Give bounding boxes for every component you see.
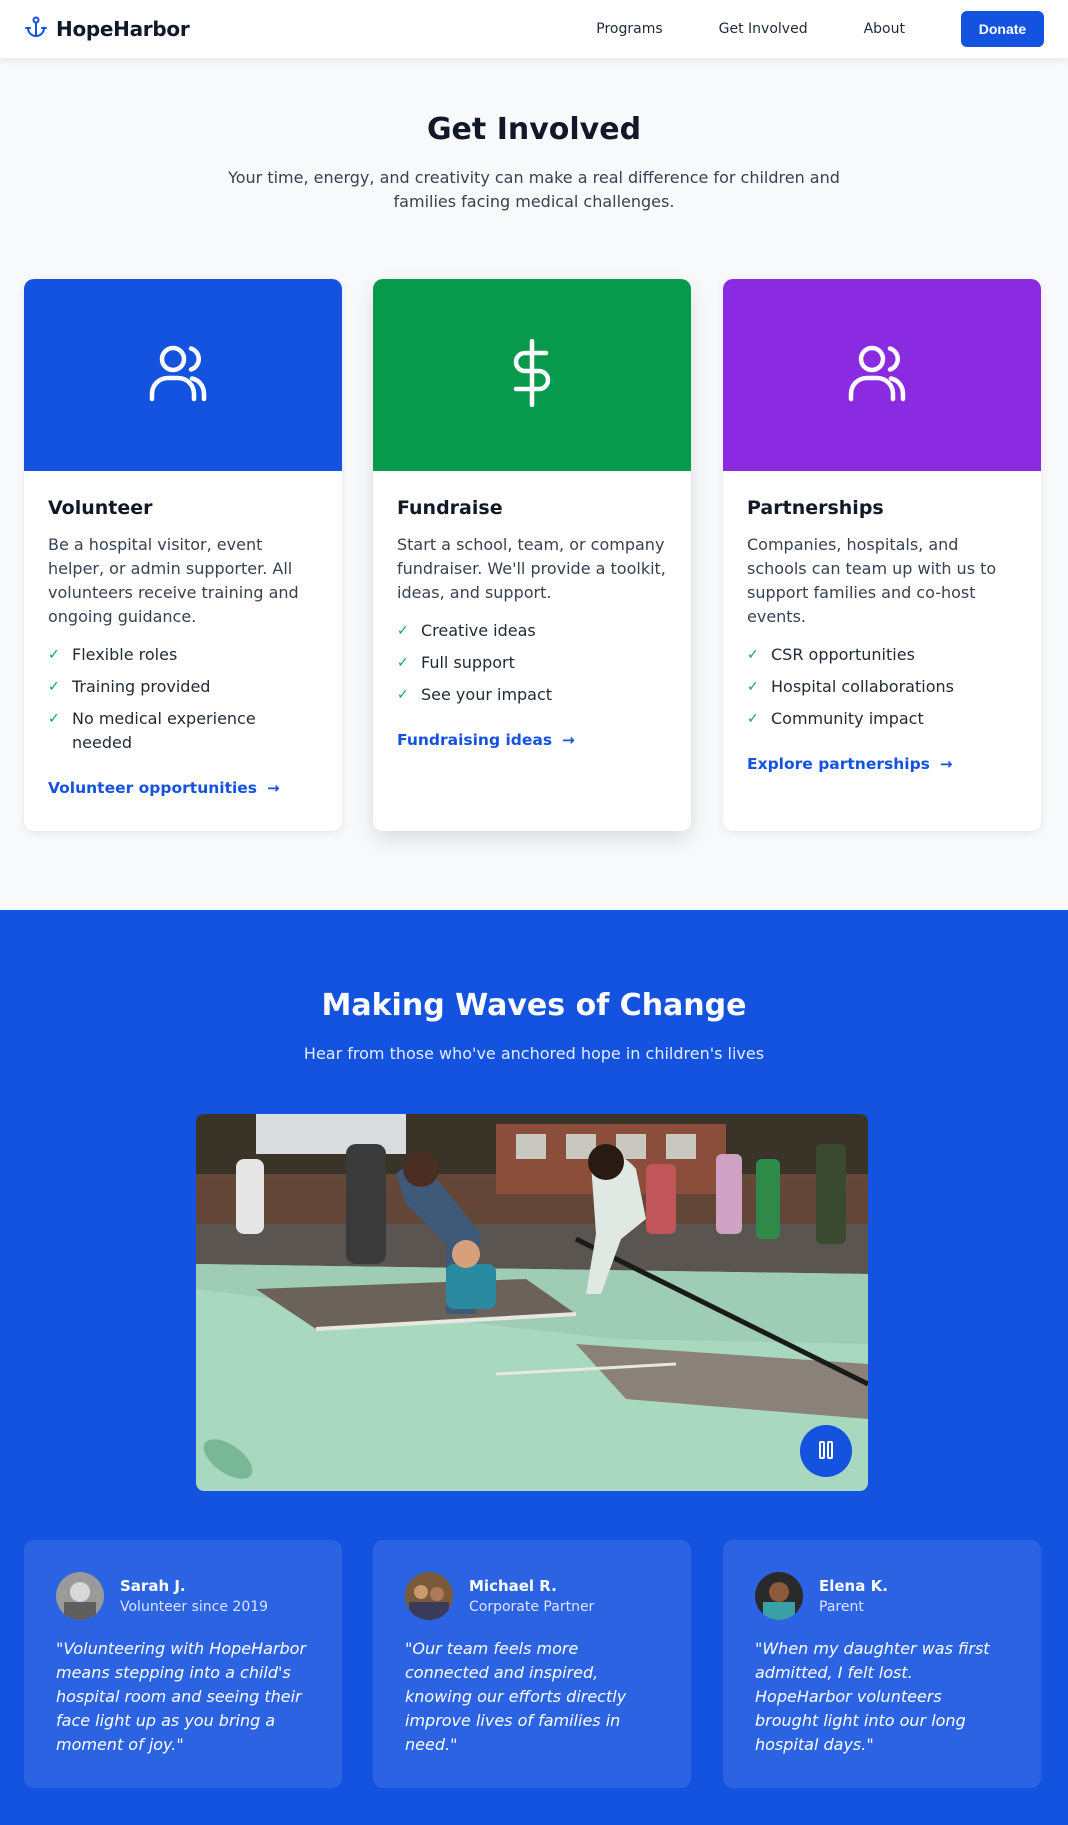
check-icon: ✓	[747, 711, 759, 727]
feature-item: ✓ Community impact	[747, 707, 1017, 731]
brand-name: HopeHarbor	[56, 17, 190, 41]
testimonial-quote: "Volunteering with HopeHarbor means step…	[56, 1639, 307, 1754]
card-title: Volunteer	[48, 497, 153, 519]
get-involved-title: Get Involved	[426, 112, 642, 147]
testimonial-header: Elena K. Parent	[755, 1572, 1009, 1620]
feature-label: Training provided	[72, 677, 211, 696]
testimonial-name: Elena K.	[819, 1577, 888, 1595]
check-icon: ✓	[48, 679, 60, 695]
users-icon	[848, 343, 916, 407]
check-icon: ✓	[397, 687, 409, 703]
card-description: Be a hospital visitor, event helper, or …	[48, 535, 299, 626]
feature-label: See your impact	[421, 685, 553, 704]
testimonial-card: Michael R. Corporate Partner "Our team f…	[373, 1540, 691, 1788]
feature-item: ✓ Training provided	[48, 675, 318, 699]
volunteer-opportunities-link[interactable]: Volunteer opportunities →	[48, 779, 318, 797]
feature-item: ✓ Creative ideas	[397, 619, 667, 643]
nav-link-programs[interactable]: Programs	[596, 21, 662, 37]
check-icon: ✓	[48, 711, 60, 727]
brand-logo[interactable]: HopeHarbor	[24, 15, 190, 43]
testimonial-card: Elena K. Parent "When my daughter was fi…	[723, 1540, 1041, 1788]
testimonial-meta: Michael R. Corporate Partner	[469, 1577, 594, 1615]
testimonial-header: Sarah J. Volunteer since 2019	[56, 1572, 310, 1620]
arrow-right-icon: →	[562, 731, 575, 749]
testimonial-meta: Elena K. Parent	[819, 1577, 888, 1615]
testimonial-role: Volunteer since 2019	[120, 1599, 269, 1615]
feature-item: ✓ CSR opportunities	[747, 643, 1017, 667]
check-icon: ✓	[397, 655, 409, 671]
card-title: Fundraise	[397, 497, 503, 519]
feature-item: ✓ Hospital collaborations	[747, 675, 1017, 699]
card-description: Companies, hospitals, and schools can te…	[747, 535, 997, 626]
testimonial-role: Corporate Partner	[469, 1599, 595, 1615]
get-involved-subtitle: Your time, energy, and creativity can ma…	[228, 168, 840, 211]
testimonial-quote: "Our team feels more connected and inspi…	[405, 1639, 627, 1754]
feature-label: Full support	[421, 653, 515, 672]
fundraising-ideas-link[interactable]: Fundraising ideas →	[397, 731, 667, 749]
testimonial-card: Sarah J. Volunteer since 2019 "Volunteer…	[24, 1540, 342, 1788]
pause-icon	[816, 1440, 836, 1463]
feature-item: ✓ Flexible roles	[48, 643, 318, 667]
link-label: Volunteer opportunities	[48, 779, 258, 797]
card-description: Start a school, team, or company fundrai…	[397, 535, 666, 602]
volunteer-card-banner	[24, 279, 342, 471]
check-icon: ✓	[747, 647, 759, 663]
avatar	[755, 1572, 803, 1620]
link-label: Explore partnerships	[747, 755, 930, 773]
feature-label: Creative ideas	[421, 621, 536, 640]
volunteer-card: Volunteer Be a hospital visitor, event h…	[24, 279, 342, 831]
feature-label: Community impact	[771, 709, 924, 728]
waves-subtitle: Hear from those who've anchored hope in …	[303, 1044, 765, 1063]
partnerships-card: Partnerships Companies, hospitals, and s…	[723, 279, 1041, 831]
feature-label: No medical experience needed	[72, 709, 256, 752]
card-title: Partnerships	[747, 497, 884, 519]
feature-label: CSR opportunities	[771, 645, 915, 664]
partnerships-card-banner	[723, 279, 1041, 471]
waves-title: Making Waves of Change	[321, 988, 747, 1023]
check-icon: ✓	[747, 679, 759, 695]
fundraise-card-body: Fundraise Start a school, team, or compa…	[373, 471, 691, 749]
feature-label: Hospital collaborations	[771, 677, 954, 696]
testimonial-quote: "When my daughter was first admitted, I …	[755, 1639, 990, 1754]
testimonial-name: Sarah J.	[120, 1577, 186, 1595]
partnerships-card-body: Partnerships Companies, hospitals, and s…	[723, 471, 1041, 773]
donate-button[interactable]: Donate	[961, 11, 1044, 47]
community-painting-image	[196, 1114, 868, 1491]
users-icon	[149, 343, 217, 407]
feature-item: ✓ No medical experience needed	[48, 707, 318, 755]
check-icon: ✓	[397, 623, 409, 639]
link-label: Fundraising ideas	[397, 731, 553, 749]
avatar	[56, 1572, 104, 1620]
feature-item: ✓ Full support	[397, 651, 667, 675]
testimonials-section: Making Waves of Change Hear from those w…	[0, 910, 1068, 1825]
anchor-icon	[24, 15, 48, 43]
top-nav: HopeHarbor Programs Get Involved About D…	[0, 0, 1068, 58]
nav-link-get-involved[interactable]: Get Involved	[719, 21, 808, 37]
nav-link-about[interactable]: About	[864, 21, 905, 37]
community-video[interactable]	[196, 1114, 868, 1491]
testimonial-role: Parent	[819, 1599, 864, 1615]
dollar-icon	[510, 338, 554, 411]
feature-label: Flexible roles	[72, 645, 178, 664]
volunteer-card-body: Volunteer Be a hospital visitor, event h…	[24, 471, 342, 797]
explore-partnerships-link[interactable]: Explore partnerships →	[747, 755, 1017, 773]
feature-item: ✓ See your impact	[397, 683, 667, 707]
testimonial-meta: Sarah J. Volunteer since 2019	[120, 1577, 268, 1615]
check-icon: ✓	[48, 647, 60, 663]
fundraise-card: Fundraise Start a school, team, or compa…	[373, 279, 691, 831]
testimonial-header: Michael R. Corporate Partner	[405, 1572, 659, 1620]
fundraise-card-banner	[373, 279, 691, 471]
testimonial-name: Michael R.	[469, 1577, 557, 1595]
pause-button[interactable]	[800, 1425, 852, 1477]
arrow-right-icon: →	[939, 755, 953, 773]
nav-links: Programs Get Involved About Donate	[596, 11, 1044, 47]
avatar	[405, 1572, 453, 1620]
arrow-right-icon: →	[267, 779, 280, 797]
